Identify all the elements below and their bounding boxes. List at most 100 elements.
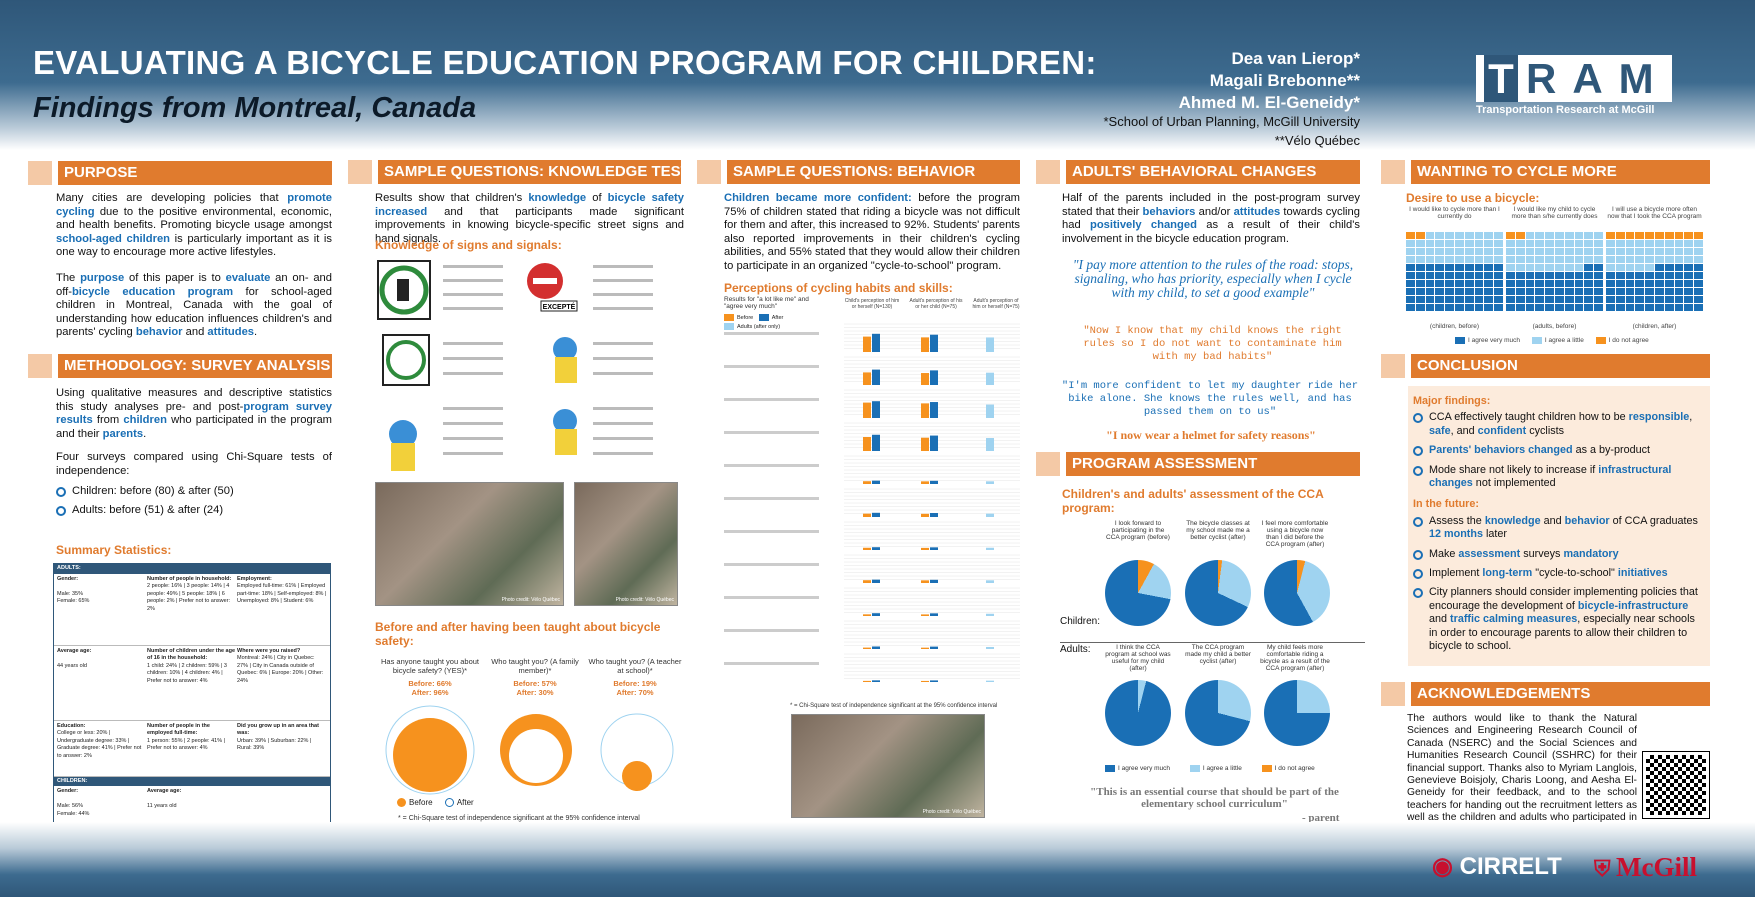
summary-statistics-heading: Summary Statistics: xyxy=(56,543,172,557)
behavior-bar-before xyxy=(921,481,929,484)
waffle-cell xyxy=(1584,296,1594,303)
waffle-cell xyxy=(1684,296,1694,303)
waffle-cell xyxy=(1506,240,1515,247)
waffle-cell xyxy=(1674,248,1684,255)
waffle-cell xyxy=(1445,232,1454,239)
behavior-bar-adults xyxy=(986,580,994,583)
waffle-cell xyxy=(1664,288,1674,295)
waffle-cell xyxy=(1574,264,1584,271)
waffle-cell xyxy=(1525,272,1535,279)
waffle-cell xyxy=(1664,240,1674,247)
waffle-cell xyxy=(1415,288,1425,295)
pie-chart xyxy=(1105,680,1171,746)
signs-heading: Knowledge of signs and signals: xyxy=(375,238,562,252)
waffle-cell xyxy=(1406,280,1415,287)
waffle-cell xyxy=(1655,256,1664,263)
behavior-bar-adults xyxy=(986,680,994,682)
behavior-bar-after xyxy=(930,435,938,451)
waffle-cell xyxy=(1674,256,1684,263)
waffle-cell xyxy=(1594,240,1603,247)
poster-title: EVALUATING A BICYCLE EDUCATION PROGRAM F… xyxy=(33,44,1097,81)
waffle-cell xyxy=(1684,256,1694,263)
waffle-cell xyxy=(1415,304,1425,311)
parent-quote: "I'm more confident to let my daughter r… xyxy=(1061,380,1359,418)
waffle-cell xyxy=(1425,304,1435,311)
behavior-bar-adults xyxy=(986,547,994,550)
waffle-cell xyxy=(1674,288,1684,295)
waffle-cell xyxy=(1625,288,1635,295)
behavior-bar-before xyxy=(863,437,871,451)
waffle-cell xyxy=(1645,240,1654,247)
waffle-cell xyxy=(1535,232,1545,239)
waffle-cell xyxy=(1445,272,1454,279)
behavior-bar-before xyxy=(863,372,871,385)
bullet-item: Adults: before (51) & after (24) xyxy=(56,504,332,518)
waffle-cell xyxy=(1594,288,1603,295)
waffle-cell xyxy=(1425,272,1435,279)
waffle-cell xyxy=(1464,256,1474,263)
poster-subtitle: Findings from Montreal, Canada xyxy=(33,92,477,124)
behavior-bar-before xyxy=(921,513,929,517)
waffle-cell xyxy=(1564,256,1574,263)
waffle-cell xyxy=(1435,256,1445,263)
behavior-bar-after xyxy=(930,646,938,649)
waffle-cell xyxy=(1655,264,1664,271)
waffle-cell xyxy=(1494,288,1503,295)
tram-logo-subtitle: Transportation Research at McGill xyxy=(1476,104,1655,116)
pie-chart xyxy=(1185,680,1251,746)
waffle-cell xyxy=(1645,248,1654,255)
waffle-cell xyxy=(1594,280,1603,287)
before-after-circles xyxy=(385,705,674,795)
waffle-cell xyxy=(1435,272,1445,279)
behavior-bar-before xyxy=(921,580,929,583)
waffle-cell xyxy=(1425,240,1435,247)
behavior-bar-after xyxy=(930,334,938,352)
waffle-cell xyxy=(1694,280,1703,287)
waffle-cell xyxy=(1645,280,1654,287)
waffle-cell xyxy=(1606,296,1615,303)
waffle-cell xyxy=(1645,296,1654,303)
desire-heading: Desire to use a bicycle: xyxy=(1406,191,1540,205)
waffle-cell xyxy=(1594,232,1603,239)
waffle-cell xyxy=(1564,232,1574,239)
waffle-cell xyxy=(1555,288,1564,295)
waffle-cell xyxy=(1574,272,1584,279)
behavior-text: Children became more confident: before t… xyxy=(724,192,1020,272)
waffle-cell xyxy=(1474,296,1484,303)
behavior-bar-after xyxy=(930,680,938,682)
waffle-cell xyxy=(1635,240,1645,247)
behavior-bar-after xyxy=(872,547,880,550)
waffle-cell xyxy=(1684,232,1694,239)
waffle-chart xyxy=(1406,232,1503,311)
waffle-cell xyxy=(1464,280,1474,287)
waffle-cell xyxy=(1694,296,1703,303)
waffle-cell xyxy=(1435,240,1445,247)
behavior-bar-after xyxy=(872,480,880,484)
behavior-bar-adults xyxy=(986,404,994,418)
behavior-bar-before xyxy=(863,336,871,352)
behavior-bar-adults xyxy=(986,372,994,385)
photo-children-cycling: Photo credit: Vélo Québec xyxy=(375,482,564,606)
behavior-bar-after xyxy=(872,680,880,682)
waffle-cell xyxy=(1406,256,1415,263)
waffle-cell xyxy=(1664,248,1674,255)
waffle-cell xyxy=(1445,304,1454,311)
behavior-bar-after xyxy=(872,401,880,418)
waffle-chart xyxy=(1606,232,1703,311)
waffle-cell xyxy=(1625,304,1635,311)
waffle-cell xyxy=(1506,296,1515,303)
waffle-cell xyxy=(1515,296,1525,303)
waffle-cell xyxy=(1545,264,1554,271)
waffle-cell xyxy=(1415,248,1425,255)
assessment-heading: Children's and adults' assessment of the… xyxy=(1062,487,1324,515)
waffle-cell xyxy=(1615,232,1625,239)
waffle-cell xyxy=(1535,280,1545,287)
waffle-cell xyxy=(1545,240,1554,247)
waffle-cell xyxy=(1484,240,1494,247)
waffle-cell xyxy=(1545,248,1554,255)
waffle-cell xyxy=(1435,248,1445,255)
qr-code xyxy=(1642,751,1710,819)
waffle-chart xyxy=(1506,232,1603,311)
waffle-cell xyxy=(1606,256,1615,263)
waffle-cell xyxy=(1574,232,1584,239)
